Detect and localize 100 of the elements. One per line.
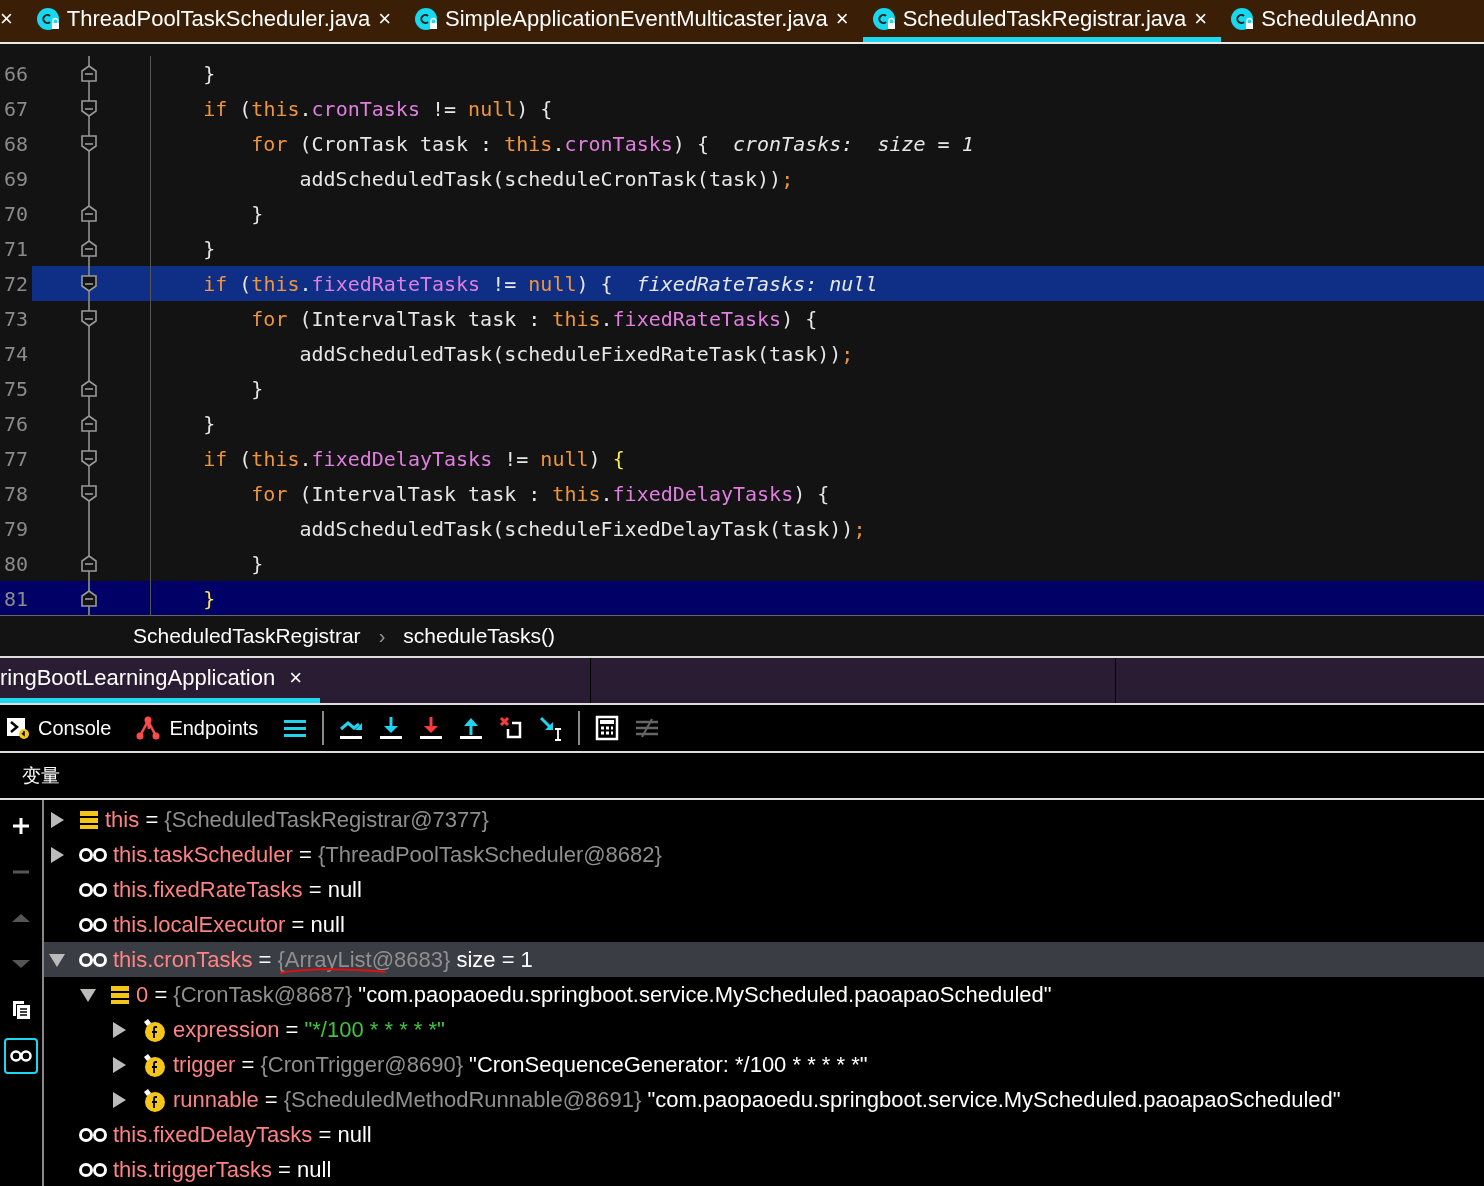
variable-text: this.fixedRateTasks = null xyxy=(113,876,362,903)
expand-arrow-icon[interactable] xyxy=(110,1090,128,1109)
code-line: for (IntervalTask task : this.fixedDelayTasks) { xyxy=(250,481,830,506)
line-number: 80 xyxy=(3,551,30,576)
code-line: for (IntervalTask task : this.fixedRateTasks) { xyxy=(250,306,818,331)
field-icon xyxy=(141,1051,167,1078)
variable-text: this = {ScheduledTaskRegistrar@7377} xyxy=(105,806,489,833)
calculator-icon[interactable] xyxy=(594,715,621,741)
code-line: } xyxy=(250,551,264,576)
breadcrumb-separator: › xyxy=(378,624,386,648)
variable-text: expression = "*/100 * * * * *" xyxy=(173,1016,445,1043)
editor-tab[interactable]: × xyxy=(0,0,27,42)
variable-text: this.cronTasks = {ArrayList@8683} size = 1 xyxy=(113,946,533,973)
down-icon xyxy=(10,959,32,969)
fold-start-icon[interactable] xyxy=(80,484,98,503)
glasses-icon xyxy=(79,846,107,863)
variable-row[interactable]: expression = "*/100 * * * * *" xyxy=(44,1012,1484,1047)
fold-end-icon[interactable] xyxy=(80,379,98,398)
glasses-icon xyxy=(79,1161,107,1178)
breadcrumb-item[interactable]: ScheduledTaskRegistrar xyxy=(133,624,361,648)
remove-icon xyxy=(10,870,32,874)
editor-tab[interactable]: ThreadPoolTaskScheduler.java × xyxy=(26,0,405,42)
variable-row[interactable]: this.taskScheduler = {ThreadPoolTaskScheduler@8682} xyxy=(44,837,1484,872)
code-line: } xyxy=(202,236,216,261)
expand-arrow-icon[interactable] xyxy=(110,1020,128,1039)
console-tab[interactable]: Console xyxy=(6,716,122,740)
line-number: 76 xyxy=(3,411,30,436)
fold-end-icon[interactable] xyxy=(80,554,98,573)
fold-end-icon[interactable] xyxy=(80,204,98,223)
close-icon[interactable]: × xyxy=(835,5,849,32)
variable-text: this.localExecutor = null xyxy=(113,911,345,938)
inline-value-hint: cronTasks: size = 1 xyxy=(732,131,974,156)
fold-end-icon[interactable] xyxy=(80,414,98,433)
line-number: 74 xyxy=(3,341,30,366)
fold-end-icon[interactable] xyxy=(80,239,98,258)
panel-title: 变量 xyxy=(22,763,60,788)
line-number: 70 xyxy=(3,201,30,226)
code-line: } xyxy=(250,376,264,401)
variable-row[interactable]: this.fixedRateTasks = null xyxy=(44,872,1484,907)
close-icon[interactable]: × xyxy=(1194,5,1208,32)
variable-row[interactable]: this.fixedDelayTasks = null xyxy=(44,1117,1484,1152)
editor-tab[interactable]: SimpleApplicationEventMulticaster.java × xyxy=(405,0,863,42)
class-icon xyxy=(36,7,59,30)
variable-row[interactable]: trigger = {CronTrigger@8690} "CronSequenceGenerator: */100 * * * * *" xyxy=(44,1047,1484,1082)
expand-arrow-icon[interactable] xyxy=(48,810,66,829)
glasses-icon xyxy=(79,951,107,968)
close-icon[interactable]: × xyxy=(289,665,303,691)
copy-icon xyxy=(10,1000,32,1020)
add-icon xyxy=(10,815,32,837)
line-number: 68 xyxy=(3,131,30,156)
editor-tab[interactable]: ScheduledTaskRegistrar.java × xyxy=(862,0,1222,42)
expand-arrow-icon[interactable] xyxy=(110,1055,128,1074)
watches-watch-button[interactable] xyxy=(4,1038,38,1074)
glasses-icon xyxy=(79,1126,107,1143)
editor-tab[interactable]: ScheduledAnno xyxy=(1221,0,1431,42)
code-line: for (CronTask task : this.cronTasks) { xyxy=(250,131,709,156)
class-icon xyxy=(1231,7,1254,30)
code-line: } xyxy=(202,61,216,86)
class-icon xyxy=(872,7,895,30)
fold-start-icon[interactable] xyxy=(80,134,98,153)
code-line: addScheduledTask(scheduleFixedRateTask(task)); xyxy=(298,341,854,366)
fold-end-icon[interactable] xyxy=(80,64,98,83)
line-number: 77 xyxy=(3,446,30,471)
endpoints-icon xyxy=(135,715,162,741)
variable-row[interactable]: this = {ScheduledTaskRegistrar@7377} xyxy=(44,802,1484,837)
code-line: addScheduledTask(scheduleFixedDelayTask(task)); xyxy=(298,516,866,541)
line-number: 81 xyxy=(3,586,30,611)
force-step-into-icon[interactable] xyxy=(418,715,445,741)
variable-text: this.taskScheduler = {ThreadPoolTaskScheduler@8682} xyxy=(113,841,662,868)
variable-row[interactable]: 0 = {CronTask@8687} "com.paopaoedu.springboot.service.MyScheduled.paoapaoScheduled" xyxy=(44,977,1484,1012)
line-number: 71 xyxy=(3,236,30,261)
variable-row[interactable]: runnable = {ScheduledMethodRunnable@8691} "com.paopaoedu.springboot.service.MyScheduled.paoapaoScheduled" xyxy=(44,1082,1484,1117)
line-number: 78 xyxy=(3,481,30,506)
close-icon[interactable]: × xyxy=(378,5,391,32)
variable-row[interactable]: this.cronTasks = {ArrayList@8683} size = 1 xyxy=(44,942,1484,977)
line-number: 75 xyxy=(3,376,30,401)
code-line: } xyxy=(250,201,264,226)
fold-end-icon[interactable] xyxy=(80,589,98,608)
step-into-icon[interactable] xyxy=(378,715,405,741)
fold-start-icon[interactable] xyxy=(80,309,98,328)
fold-start-icon[interactable] xyxy=(80,99,98,118)
variable-row[interactable]: this.localExecutor = null xyxy=(44,907,1484,942)
line-number: 69 xyxy=(3,166,30,191)
endpoints-tab[interactable]: Endpoints xyxy=(135,715,269,741)
tab-label: ThreadPoolTaskScheduler.java xyxy=(66,5,371,32)
code-line: if (this.fixedRateTasks != null) { xyxy=(202,271,613,296)
object-icon xyxy=(79,809,99,830)
breadcrumb-item[interactable]: scheduleTasks() xyxy=(403,624,556,648)
variable-text: this.fixedDelayTasks = null xyxy=(113,1121,372,1148)
field-icon xyxy=(141,1086,167,1113)
code-line: } xyxy=(202,586,216,611)
close-icon[interactable]: × xyxy=(0,5,13,32)
expand-arrow-icon[interactable] xyxy=(48,845,66,864)
code-line: } xyxy=(202,411,216,436)
variable-text: this.triggerTasks = null xyxy=(113,1156,332,1183)
fold-start-icon[interactable] xyxy=(80,449,98,468)
variable-row[interactable]: this.triggerTasks = null xyxy=(44,1152,1484,1186)
fold-start-icon[interactable] xyxy=(80,274,98,293)
line-number: 67 xyxy=(3,96,30,121)
up-icon xyxy=(10,913,32,923)
